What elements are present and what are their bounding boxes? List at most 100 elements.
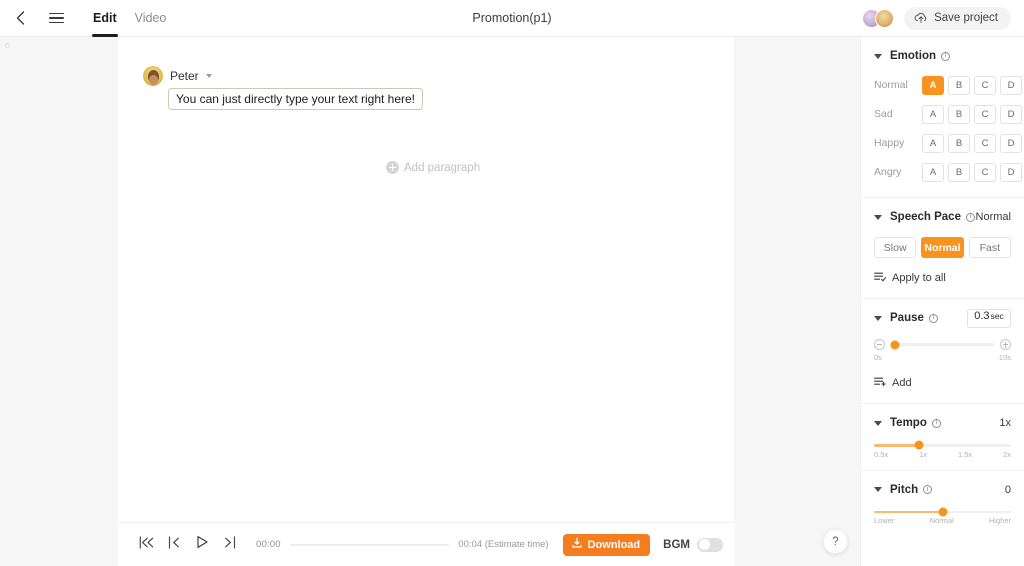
speech-pace-title: Speech Pace — [890, 211, 961, 223]
plus-circle-icon[interactable] — [1000, 339, 1011, 350]
speech-pace-fast[interactable]: Fast — [968, 237, 1011, 258]
add-pause-button[interactable]: Add — [861, 362, 1024, 403]
current-time: 00:00 — [256, 539, 281, 550]
pause-title: Pause — [890, 312, 924, 324]
emotion-option-happy-a[interactable]: A — [922, 133, 944, 153]
avatar — [875, 8, 895, 28]
pitch-tick: Normal — [929, 516, 954, 525]
pitch-slider[interactable] — [874, 507, 1011, 517]
emotion-row-happy: Happy A B C D — [874, 132, 1022, 154]
emotion-option-angry-b[interactable]: B — [948, 162, 970, 182]
pause-value-unit: sec — [990, 310, 1004, 321]
emotion-option-happy-d[interactable]: D — [1000, 133, 1022, 153]
emotion-option-angry-a[interactable]: A — [922, 162, 944, 182]
tab-edit-label: Edit — [93, 11, 117, 25]
emotion-option-normal-c[interactable]: C — [974, 75, 996, 95]
emotion-row-label: Happy — [874, 137, 905, 149]
hamburger-menu-icon — [48, 10, 64, 26]
emotion-options: A B C D — [922, 75, 1022, 95]
emotion-row-angry: Angry A B C D — [874, 161, 1022, 183]
help-button[interactable]: ? — [823, 529, 848, 554]
tempo-slider[interactable] — [874, 440, 1011, 450]
pause-slider[interactable] — [890, 340, 994, 349]
chevron-left-icon — [16, 11, 25, 25]
pitch-section: Pitch 0 Lower Normal Higher — [861, 471, 1024, 537]
tempo-slider-thumb[interactable] — [914, 440, 924, 450]
add-paragraph-button[interactable]: Add paragraph — [386, 161, 480, 174]
pause-value-input[interactable]: 0.3 sec — [967, 308, 1011, 328]
pitch-value: 0 — [1004, 483, 1011, 496]
tab-video[interactable]: Video — [126, 0, 176, 37]
avatar — [143, 66, 163, 86]
emotion-option-happy-b[interactable]: B — [948, 133, 970, 153]
emotion-row-label: Sad — [874, 108, 893, 120]
pitch-slider-ticks: Lower Normal Higher — [874, 516, 1011, 525]
emotion-option-normal-a[interactable]: A — [922, 75, 944, 95]
player-bar: 00:00 00:04 (Estimate time) Download BGM — [118, 522, 735, 566]
emotion-option-angry-c[interactable]: C — [974, 162, 996, 182]
pause-slider-thumb[interactable] — [890, 340, 900, 349]
emotion-options: A B C D — [922, 104, 1022, 124]
download-icon — [571, 537, 583, 552]
save-project-button[interactable]: Save project — [904, 6, 1011, 30]
info-icon[interactable] — [928, 312, 938, 323]
speech-pace-slow[interactable]: Slow — [874, 237, 917, 258]
paragraph-text-input[interactable]: You can just directly type your text rig… — [168, 88, 424, 110]
emotion-option-sad-a[interactable]: A — [922, 104, 944, 124]
chevron-down-icon[interactable] — [874, 487, 882, 492]
app-root: Edit Video Promotion(p1) Save project Pe… — [0, 0, 1024, 566]
chevron-down-icon[interactable] — [874, 420, 882, 426]
skip-to-start-button[interactable] — [132, 531, 160, 559]
info-icon[interactable] — [923, 484, 933, 495]
speech-pace-section: Speech Pace Normal Slow Normal Fast Appl… — [861, 198, 1024, 299]
pause-header: Pause 0.3 sec — [861, 308, 1024, 328]
timeline-scrubber[interactable] — [289, 543, 450, 546]
top-tabs: Edit Video — [84, 0, 175, 37]
pause-min-label: 0s — [874, 353, 882, 362]
tempo-slider-ticks: 0.5x 1x 1.5x 2x — [874, 450, 1011, 459]
next-button[interactable] — [216, 531, 244, 559]
emotion-option-sad-b[interactable]: B — [948, 104, 970, 124]
back-button[interactable] — [0, 11, 40, 25]
previous-button[interactable] — [160, 531, 188, 559]
emotion-row-normal: Normal A B C D — [874, 74, 1022, 96]
chevron-down-icon[interactable] — [874, 315, 882, 321]
emotion-option-happy-c[interactable]: C — [974, 133, 996, 153]
collaborator-avatars[interactable] — [862, 8, 895, 28]
apply-to-all-button[interactable]: Apply to all — [861, 258, 1024, 298]
info-icon[interactable] — [965, 211, 975, 222]
emotion-option-sad-d[interactable]: D — [1000, 104, 1022, 124]
speech-pace-normal[interactable]: Normal — [921, 237, 964, 258]
tempo-tick: 2x — [1003, 449, 1011, 459]
tab-edit[interactable]: Edit — [84, 0, 126, 37]
script-editor-panel: Peter You can just directly type your te… — [118, 37, 735, 566]
download-button[interactable]: Download — [562, 533, 651, 556]
tempo-tick: 1.5x — [957, 449, 973, 459]
info-icon[interactable] — [931, 417, 941, 428]
menu-button[interactable] — [40, 10, 72, 26]
pitch-slider-thumb[interactable] — [938, 507, 947, 517]
info-icon[interactable] — [941, 50, 950, 61]
tempo-value: 1x — [999, 417, 1011, 429]
chevron-down-icon[interactable] — [205, 74, 212, 78]
emotion-option-angry-d[interactable]: D — [1000, 162, 1022, 182]
play-button[interactable] — [188, 531, 216, 559]
chevron-down-icon[interactable] — [874, 214, 882, 220]
chevron-down-icon[interactable] — [874, 53, 882, 59]
emotion-option-sad-c[interactable]: C — [974, 104, 996, 124]
tempo-section: Tempo 1x 0.5x 1x 1.5x 2x — [861, 404, 1024, 471]
upload-cloud-icon — [914, 12, 928, 24]
add-paragraph-label: Add paragraph — [404, 161, 481, 174]
pause-section: Pause 0.3 sec 0s 10s — [861, 299, 1024, 404]
minus-circle-icon[interactable] — [874, 339, 885, 350]
apply-to-all-label: Apply to all — [892, 272, 946, 284]
tempo-slider-wrap: 0.5x 1x 1.5x 2x — [861, 432, 1024, 459]
apply-to-all-icon — [874, 269, 886, 287]
tempo-title: Tempo — [890, 417, 927, 429]
pitch-header: Pitch 0 — [861, 481, 1024, 499]
bgm-toggle[interactable] — [697, 537, 723, 552]
emotion-option-normal-d[interactable]: D — [1000, 75, 1022, 95]
pause-value-number: 0.3 — [974, 309, 990, 322]
emotion-option-normal-b[interactable]: B — [948, 75, 970, 95]
estimate-time: 00:04 (Estimate time) — [458, 539, 549, 550]
